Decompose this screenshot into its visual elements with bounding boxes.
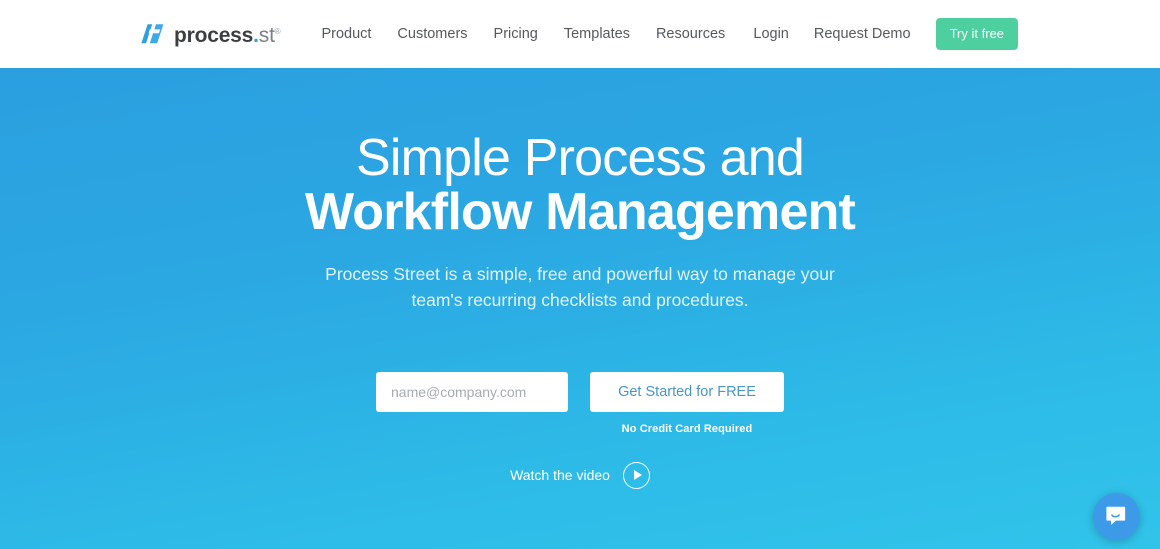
try-it-free-button[interactable]: Try it free [935, 18, 1018, 50]
email-input[interactable] [376, 371, 568, 412]
hero-subheadline-line-1: Process Street is a simple, free and pow… [325, 264, 835, 285]
chat-bubble-icon [1106, 506, 1126, 525]
request-demo-link[interactable]: Request Demo [814, 27, 911, 42]
page-root: process.st® Product Customers Pricing Te… [0, 0, 1160, 549]
get-started-button[interactable]: Get Started for FREE [590, 371, 784, 412]
hero-section: Simple Process and Workflow Management P… [0, 68, 1160, 549]
cta-group: Get Started for FREE No Credit Card Requ… [590, 371, 784, 435]
play-triangle-icon [633, 470, 642, 481]
nav-link-customers[interactable]: Customers [397, 27, 467, 42]
login-link[interactable]: Login [753, 27, 788, 42]
registered-trademark-icon: ® [274, 26, 281, 36]
signup-form: Get Started for FREE No Credit Card Requ… [0, 371, 1160, 435]
hero-subheadline-line-2: team's recurring checklists and procedur… [411, 290, 749, 311]
hero-headline-line-1: Simple Process and [355, 129, 805, 187]
main-navigation: Product Customers Pricing Templates Reso… [321, 27, 725, 42]
brand-wordmark: process.st® [174, 23, 281, 47]
nav-link-templates[interactable]: Templates [564, 27, 630, 42]
process-st-logo-icon [141, 24, 164, 44]
no-credit-card-note: No Credit Card Required [621, 422, 753, 435]
nav-link-pricing[interactable]: Pricing [494, 27, 538, 42]
nav-link-product[interactable]: Product [321, 27, 371, 42]
watch-video-group[interactable]: Watch the video [0, 461, 1160, 489]
site-header: process.st® Product Customers Pricing Te… [0, 0, 1160, 68]
hero-headline: Simple Process and Workflow Management [0, 68, 1160, 239]
watch-video-label[interactable]: Watch the video [510, 468, 610, 482]
hero-headline-line-2: Workflow Management [304, 183, 856, 242]
nav-link-resources[interactable]: Resources [656, 27, 725, 42]
brand-logo[interactable]: process.st® [140, 23, 281, 47]
play-icon[interactable] [622, 461, 650, 489]
hero-subheadline: Process Street is a simple, free and pow… [0, 261, 1160, 314]
chat-launcher-button[interactable] [1093, 493, 1140, 540]
brand-word-secondary: st [258, 23, 275, 47]
header-actions: Login Request Demo Try it free [753, 18, 1018, 50]
brand-word-primary: process [174, 23, 254, 47]
